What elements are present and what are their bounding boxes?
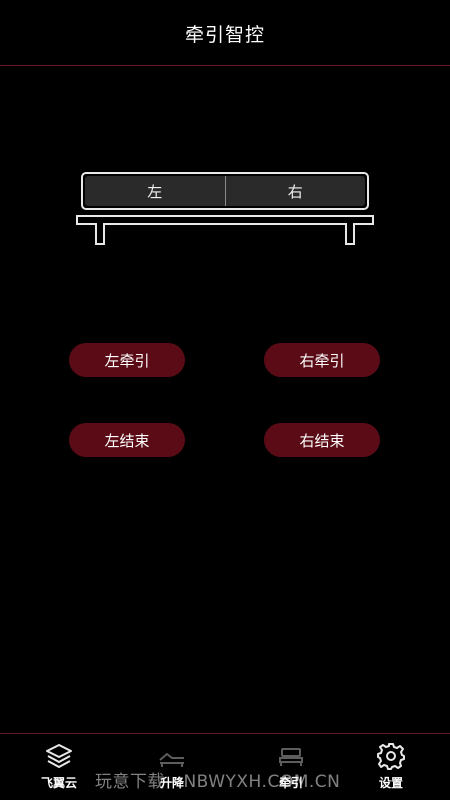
right-traction-button[interactable]: 右牵引 bbox=[264, 343, 380, 377]
header-bar: 牵引智控 bbox=[0, 0, 450, 66]
tab-settings[interactable]: 设置 bbox=[356, 742, 426, 791]
tab-settings-label: 设置 bbox=[378, 776, 403, 790]
adjustable-bed-icon bbox=[159, 753, 184, 767]
watermark-text: 玩意下载 - NBWYXH.COM.CN bbox=[95, 772, 341, 792]
tab-cloud[interactable]: 飞翼云 bbox=[24, 742, 94, 791]
left-traction-button[interactable]: 左牵引 bbox=[69, 343, 185, 377]
bed-leg-left bbox=[95, 223, 105, 245]
gear-icon bbox=[377, 743, 405, 770]
layers-icon bbox=[46, 744, 72, 768]
bed-leg-right bbox=[345, 223, 355, 245]
bed-icon bbox=[279, 748, 303, 766]
page-title: 牵引智控 bbox=[184, 24, 265, 46]
bed-diagram: 左 右 bbox=[76, 172, 376, 245]
right-end-button[interactable]: 右结束 bbox=[264, 423, 380, 457]
right-zone[interactable]: 右 bbox=[225, 176, 365, 206]
left-end-button[interactable]: 左结束 bbox=[69, 423, 185, 457]
left-zone[interactable]: 左 bbox=[85, 176, 226, 206]
bed-frame bbox=[76, 215, 374, 225]
tab-cloud-label: 飞翼云 bbox=[40, 776, 77, 790]
mattress: 左 右 bbox=[81, 172, 369, 210]
